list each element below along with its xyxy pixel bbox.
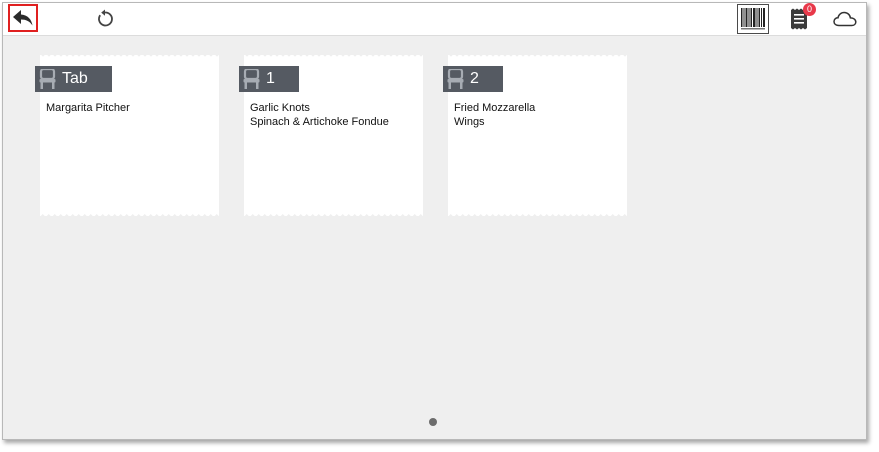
cloud-icon	[833, 11, 857, 27]
seat-label: Tab	[62, 70, 88, 87]
order-item[interactable]: Garlic Knots	[250, 101, 389, 115]
chair-icon	[39, 69, 56, 89]
ticket-edge-bottom	[448, 212, 627, 216]
seat-label: 1	[266, 70, 275, 87]
ticket-edge-bottom	[40, 212, 219, 216]
notification-count-badge: 0	[803, 3, 816, 16]
ticket-items: Fried Mozzarella Wings	[454, 101, 535, 129]
ticket-items: Garlic Knots Spinach & Artichoke Fondue	[250, 101, 389, 129]
order-item[interactable]: Margarita Pitcher	[46, 101, 130, 115]
order-item[interactable]: Wings	[454, 115, 535, 129]
ticket-edge-top	[40, 55, 219, 59]
barcode-icon	[741, 8, 765, 30]
back-button[interactable]	[8, 4, 38, 32]
ticket-edge-top	[448, 55, 627, 59]
seat-ticket-tab[interactable]: Tab Margarita Pitcher	[35, 55, 219, 216]
seat-ticket-2[interactable]: 2 Fried Mozzarella Wings	[443, 55, 627, 216]
ticket-items: Margarita Pitcher	[46, 101, 130, 115]
seat-tag: Tab	[35, 66, 112, 92]
chair-icon	[243, 69, 260, 89]
ticket-edge-bottom	[244, 212, 423, 216]
cloud-sync-button[interactable]	[829, 3, 861, 35]
ticket-edge-top	[244, 55, 423, 59]
back-arrow-icon	[13, 10, 33, 26]
undo-icon	[98, 9, 113, 27]
undo-button[interactable]	[91, 3, 119, 35]
seat-tag: 2	[443, 66, 503, 92]
page-indicator-dot[interactable]	[429, 418, 437, 426]
seat-ticket-1[interactable]: 1 Garlic Knots Spinach & Artichoke Fondu…	[239, 55, 423, 216]
chair-icon	[447, 69, 464, 89]
seat-label: 2	[470, 70, 479, 87]
order-item[interactable]: Spinach & Artichoke Fondue	[250, 115, 389, 129]
barcode-scan-button[interactable]	[737, 4, 769, 34]
seat-tag: 1	[239, 66, 299, 92]
order-item[interactable]: Fried Mozzarella	[454, 101, 535, 115]
top-toolbar: 0	[3, 3, 866, 36]
app-window: 0 Tab Margarita Pitcher 1 Garlic Knots S…	[2, 2, 867, 440]
